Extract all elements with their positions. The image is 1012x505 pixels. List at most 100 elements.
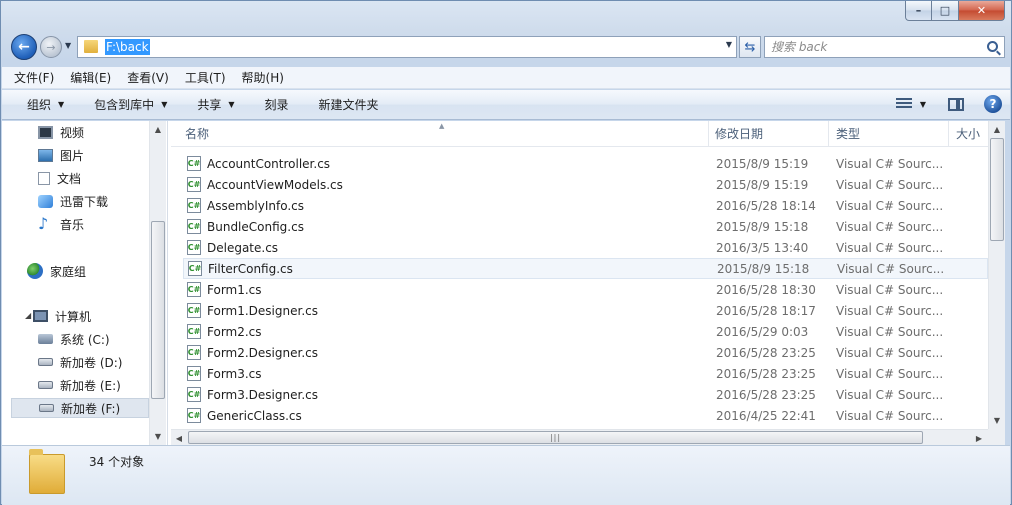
include-in-library-label: 包含到库中 bbox=[94, 98, 155, 112]
table-row[interactable]: C# AccountController.cs 2015/8/9 15:19 Visu… bbox=[183, 153, 988, 174]
change-view-icon[interactable] bbox=[895, 98, 912, 110]
menu-edit[interactable]: 编辑(E) bbox=[70, 69, 111, 86]
scroll-up-icon[interactable]: ▲ bbox=[150, 121, 166, 138]
table-row[interactable]: C# Form1.Designer.cs 2016/5/28 18:17 Visual… bbox=[183, 300, 988, 321]
menu-file[interactable]: 文件(F) bbox=[14, 69, 54, 86]
column-header-size[interactable]: 大小 bbox=[949, 121, 988, 147]
menu-help[interactable]: 帮助(H) bbox=[242, 69, 284, 86]
file-name: AccountViewModels.cs bbox=[207, 177, 343, 192]
organize-button[interactable]: 组织 ▼ bbox=[27, 96, 64, 113]
table-row[interactable]: C# Delegate.cs 2016/3/5 13:40 Visual C# Sou… bbox=[183, 237, 988, 258]
forward-button[interactable]: → bbox=[40, 36, 62, 58]
file-date: 2015/8/9 15:19 bbox=[716, 156, 809, 171]
column-headers: ▲ 名称 修改日期 类型 大小 bbox=[171, 121, 988, 147]
csharp-file-icon: C# bbox=[187, 156, 201, 171]
refresh-button[interactable]: ⇆ bbox=[739, 36, 761, 58]
column-header-name[interactable]: 名称 bbox=[171, 121, 709, 147]
menu-view[interactable]: 查看(V) bbox=[127, 69, 169, 86]
nav-item-label: 文档 bbox=[57, 171, 82, 186]
table-row[interactable]: C# AssemblyInfo.cs 2016/5/28 18:14 Visual C… bbox=[183, 195, 988, 216]
table-row[interactable]: C# BundleConfig.cs 2015/8/9 15:18 Visual C#… bbox=[183, 216, 988, 237]
table-row[interactable]: C# Form3.Designer.cs 2016/5/28 23:25 Visual… bbox=[183, 384, 988, 405]
table-row[interactable]: C# Form2.cs 2016/5/29 0:03 Visual C# Sourc.… bbox=[183, 321, 988, 342]
navigation-scrollbar[interactable]: ▲ ▼ bbox=[149, 121, 166, 445]
file-list-vertical-scrollbar[interactable]: ▲ ▼ bbox=[988, 121, 1005, 429]
nav-item-label: 图片 bbox=[60, 148, 85, 163]
address-bar[interactable]: F:\back ▼ bbox=[77, 36, 737, 58]
column-header-type[interactable]: 类型 bbox=[829, 121, 949, 147]
csharp-file-icon: C# bbox=[187, 408, 201, 423]
table-row[interactable]: C# AccountViewModels.cs 2015/8/9 15:19 Visu… bbox=[183, 174, 988, 195]
nav-item-drive-f[interactable]: 新加卷 (F:) bbox=[11, 398, 149, 418]
nav-item-drive-c[interactable]: 系统 (C:) bbox=[38, 329, 110, 349]
nav-item-computer[interactable]: 计算机 bbox=[33, 306, 91, 326]
nav-item-drive-d[interactable]: 新加卷 (D:) bbox=[38, 352, 122, 372]
search-input[interactable] bbox=[771, 39, 971, 55]
nav-item-videos[interactable]: 视频 bbox=[38, 122, 84, 142]
folder-icon bbox=[84, 40, 98, 53]
csharp-file-icon: C# bbox=[187, 345, 201, 360]
file-name: AccountController.cs bbox=[207, 156, 331, 171]
minimize-button[interactable]: – bbox=[905, 1, 932, 21]
nav-item-thunder-downloads[interactable]: 迅雷下载 bbox=[38, 191, 108, 211]
close-button[interactable]: ✕ bbox=[959, 1, 1005, 21]
file-type: Visual C# Sourc... bbox=[836, 387, 944, 402]
table-row[interactable]: C# FilterConfig.cs 2015/8/9 15:18 Visual C#… bbox=[183, 258, 988, 279]
search-icon[interactable] bbox=[987, 41, 998, 52]
file-type: Visual C# Sourc... bbox=[836, 219, 944, 234]
homegroup-icon bbox=[27, 263, 43, 279]
address-history-dropdown[interactable]: ▼ bbox=[726, 40, 732, 49]
scrollbar-thumb[interactable] bbox=[990, 138, 1004, 241]
back-button[interactable]: ← bbox=[11, 34, 37, 60]
file-name: Form2.cs bbox=[207, 324, 262, 339]
file-name: AssemblyInfo.cs bbox=[207, 198, 305, 213]
nav-item-music[interactable]: 音乐 bbox=[38, 214, 84, 234]
include-in-library-button[interactable]: 包含到库中 ▼ bbox=[94, 96, 167, 113]
file-type: Visual C# Sourc... bbox=[836, 345, 944, 360]
share-button[interactable]: 共享 ▼ bbox=[197, 96, 234, 113]
table-row[interactable]: C# Form1.cs 2016/5/28 18:30 Visual C# Sourc… bbox=[183, 279, 988, 300]
scroll-up-icon[interactable]: ▲ bbox=[989, 121, 1005, 138]
menu-tools[interactable]: 工具(T) bbox=[185, 69, 226, 86]
file-name: FilterConfig.cs bbox=[208, 261, 293, 276]
explorer-window: – □ ✕ ← → ▼ F:\back ▼ ⇆ 文件(F) 编辑(E) 查看(V… bbox=[0, 0, 1012, 505]
csharp-file-icon: C# bbox=[187, 282, 201, 297]
file-list: ▲ 名称 修改日期 类型 大小 C# AccountController.cs 20… bbox=[171, 121, 988, 429]
computer-icon bbox=[33, 310, 48, 322]
file-list-horizontal-scrollbar[interactable]: ◀ ||| ▶ bbox=[171, 429, 988, 445]
table-row[interactable]: C# Form2.Designer.cs 2016/5/28 23:25 Visual… bbox=[183, 342, 988, 363]
table-row[interactable]: C# GenericClass.cs 2016/4/25 22:41 Visual C… bbox=[183, 405, 988, 426]
file-date: 2016/5/28 18:14 bbox=[716, 198, 816, 213]
file-name: BundleConfig.cs bbox=[207, 219, 304, 234]
view-options-dropdown[interactable]: ▼ bbox=[920, 100, 926, 109]
preview-pane-icon[interactable] bbox=[948, 97, 964, 111]
nav-item-drive-e[interactable]: 新加卷 (E:) bbox=[38, 375, 121, 395]
command-bar: 组织 ▼ 包含到库中 ▼ 共享 ▼ 刻录 新建文件夹 ▼ ? bbox=[2, 90, 1010, 120]
scrollbar-thumb[interactable] bbox=[151, 221, 165, 399]
drive-icon bbox=[38, 358, 53, 366]
file-name: Delegate.cs bbox=[207, 240, 279, 255]
scroll-down-icon[interactable]: ▼ bbox=[989, 412, 1005, 429]
maximize-button[interactable]: □ bbox=[932, 1, 959, 21]
nav-item-label: 音乐 bbox=[60, 217, 85, 232]
scrollbar-thumb[interactable]: ||| bbox=[188, 431, 923, 444]
file-type: Visual C# Sourc... bbox=[836, 156, 944, 171]
csharp-file-icon: C# bbox=[187, 177, 201, 192]
nav-item-documents[interactable]: 文档 bbox=[38, 168, 81, 188]
scroll-down-icon[interactable]: ▼ bbox=[150, 428, 166, 445]
csharp-file-icon: C# bbox=[187, 303, 201, 318]
table-row[interactable]: C# Form3.cs 2016/5/28 23:25 Visual C# Sourc… bbox=[183, 363, 988, 384]
document-icon bbox=[38, 171, 50, 185]
nav-item-homegroup[interactable]: 家庭组 bbox=[27, 261, 86, 281]
expand-arrow-icon[interactable]: ◢ bbox=[25, 311, 31, 320]
nav-item-pictures[interactable]: 图片 bbox=[38, 145, 84, 165]
column-header-modified[interactable]: 修改日期 bbox=[709, 121, 829, 147]
recent-pages-dropdown[interactable]: ▼ bbox=[65, 41, 71, 50]
refresh-icon: ⇆ bbox=[744, 39, 756, 55]
help-icon[interactable]: ? bbox=[984, 95, 1002, 113]
file-type: Visual C# Sourc... bbox=[836, 240, 944, 255]
new-folder-button[interactable]: 新建文件夹 bbox=[319, 96, 379, 113]
folder-icon bbox=[29, 449, 65, 494]
burn-button[interactable]: 刻录 bbox=[265, 96, 289, 113]
address-path[interactable]: F:\back bbox=[105, 39, 150, 55]
